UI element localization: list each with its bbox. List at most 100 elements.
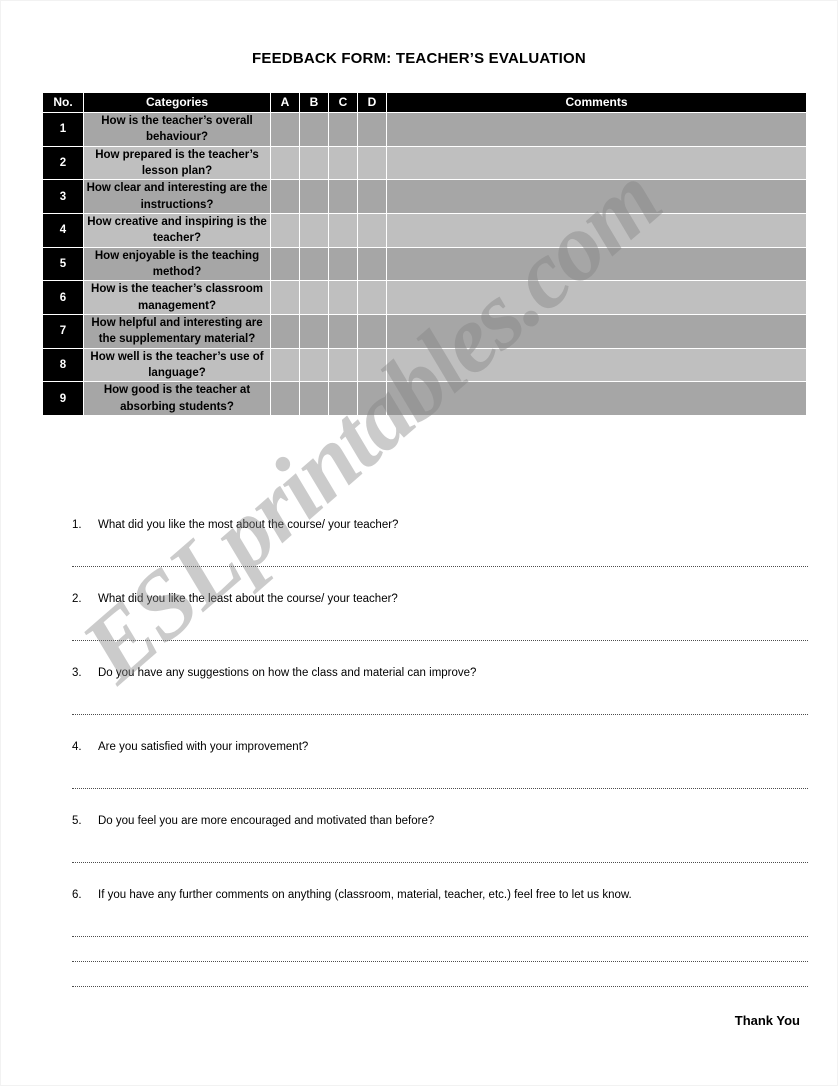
- rating-cell-a[interactable]: [271, 113, 299, 146]
- comment-cell[interactable]: [387, 382, 806, 415]
- rating-cell-b[interactable]: [300, 113, 328, 146]
- comment-cell[interactable]: [387, 348, 806, 382]
- rating-cell-a[interactable]: [271, 314, 299, 348]
- comment-cell[interactable]: [387, 146, 806, 180]
- rating-cell-a[interactable]: [271, 247, 299, 281]
- row-number: 4: [43, 213, 83, 247]
- question-number: 1.: [72, 519, 82, 531]
- rating-cell-d[interactable]: [358, 180, 386, 213]
- rating-cell-b[interactable]: [300, 247, 328, 281]
- question-text: If you have any further comments on anyt…: [98, 889, 632, 901]
- question-number: 6.: [72, 889, 82, 901]
- question-number: 3.: [72, 667, 82, 679]
- column-header-a: A: [271, 93, 299, 112]
- comment-cell[interactable]: [387, 281, 806, 314]
- rating-cell-d[interactable]: [358, 247, 386, 281]
- rating-cell-d[interactable]: [358, 281, 386, 314]
- rating-cell-a[interactable]: [271, 146, 299, 180]
- rating-cell-a[interactable]: [271, 382, 299, 415]
- rating-cell-b[interactable]: [300, 348, 328, 382]
- table-row: 9 How good is the teacher at absorbing s…: [43, 382, 806, 415]
- row-number: 9: [43, 382, 83, 415]
- comment-cell[interactable]: [387, 180, 806, 213]
- comment-cell[interactable]: [387, 314, 806, 348]
- column-header-comments: Comments: [387, 93, 806, 112]
- rating-cell-a[interactable]: [271, 348, 299, 382]
- rating-cell-b[interactable]: [300, 314, 328, 348]
- row-number: 8: [43, 348, 83, 382]
- table-header: No. Categories A B C D Comments: [43, 93, 806, 112]
- rating-cell-c[interactable]: [329, 113, 357, 146]
- rating-cell-d[interactable]: [358, 113, 386, 146]
- table-row: 4 How creative and inspiring is the teac…: [43, 213, 806, 247]
- answer-line[interactable]: [72, 986, 808, 987]
- row-category: How helpful and interesting are the supp…: [84, 314, 270, 348]
- rating-cell-c[interactable]: [329, 281, 357, 314]
- row-number: 2: [43, 146, 83, 180]
- row-number: 7: [43, 314, 83, 348]
- rating-cell-c[interactable]: [329, 213, 357, 247]
- rating-cell-b[interactable]: [300, 146, 328, 180]
- row-category: How prepared is the teacher’s lesson pla…: [84, 146, 270, 180]
- question-block: 6. If you have any further comments on a…: [72, 888, 808, 987]
- column-header-b: B: [300, 93, 328, 112]
- column-header-d: D: [358, 93, 386, 112]
- rating-cell-b[interactable]: [300, 382, 328, 415]
- rating-cell-d[interactable]: [358, 314, 386, 348]
- rating-cell-d[interactable]: [358, 213, 386, 247]
- rating-cell-d[interactable]: [358, 146, 386, 180]
- question-row: 3. Do you have any suggestions on how th…: [72, 666, 808, 688]
- rating-cell-a[interactable]: [271, 281, 299, 314]
- question-text: What did you like the least about the co…: [98, 593, 398, 605]
- question-row: 5. Do you feel you are more encouraged a…: [72, 814, 808, 836]
- rating-cell-c[interactable]: [329, 348, 357, 382]
- question-number: 4.: [72, 741, 82, 753]
- comment-cell[interactable]: [387, 247, 806, 281]
- rating-cell-d[interactable]: [358, 348, 386, 382]
- rating-cell-d[interactable]: [358, 382, 386, 415]
- rating-cell-c[interactable]: [329, 247, 357, 281]
- question-block: 3. Do you have any suggestions on how th…: [72, 666, 808, 740]
- rating-cell-c[interactable]: [329, 146, 357, 180]
- row-number: 6: [43, 281, 83, 314]
- question-row: 2. What did you like the least about the…: [72, 592, 808, 614]
- table-row: 5 How enjoyable is the teaching method?: [43, 247, 806, 281]
- rating-cell-c[interactable]: [329, 314, 357, 348]
- open-questions-section: 1. What did you like the most about the …: [72, 518, 808, 987]
- comment-cell[interactable]: [387, 213, 806, 247]
- row-number: 1: [43, 113, 83, 146]
- rating-cell-b[interactable]: [300, 180, 328, 213]
- question-block: 1. What did you like the most about the …: [72, 518, 808, 592]
- rating-cell-b[interactable]: [300, 213, 328, 247]
- question-text: Are you satisfied with your improvement?: [98, 741, 309, 753]
- rating-cell-b[interactable]: [300, 281, 328, 314]
- question-row: 1. What did you like the most about the …: [72, 518, 808, 540]
- question-text: What did you like the most about the cou…: [98, 519, 399, 531]
- rating-cell-a[interactable]: [271, 180, 299, 213]
- question-block: 5. Do you feel you are more encouraged a…: [72, 814, 808, 888]
- row-category: How good is the teacher at absorbing stu…: [84, 382, 270, 415]
- rating-cell-c[interactable]: [329, 382, 357, 415]
- rating-cell-a[interactable]: [271, 213, 299, 247]
- question-text: Do you feel you are more encouraged and …: [98, 815, 435, 827]
- rating-cell-c[interactable]: [329, 180, 357, 213]
- row-category: How is the teacher’s classroom managemen…: [84, 281, 270, 314]
- row-category: How well is the teacher’s use of languag…: [84, 348, 270, 382]
- comment-cell[interactable]: [387, 113, 806, 146]
- table-header-row: No. Categories A B C D Comments: [43, 93, 806, 112]
- column-header-categories: Categories: [84, 93, 270, 112]
- table-row: 3 How clear and interesting are the inst…: [43, 180, 806, 213]
- table-row: 7 How helpful and interesting are the su…: [43, 314, 806, 348]
- question-number: 5.: [72, 815, 82, 827]
